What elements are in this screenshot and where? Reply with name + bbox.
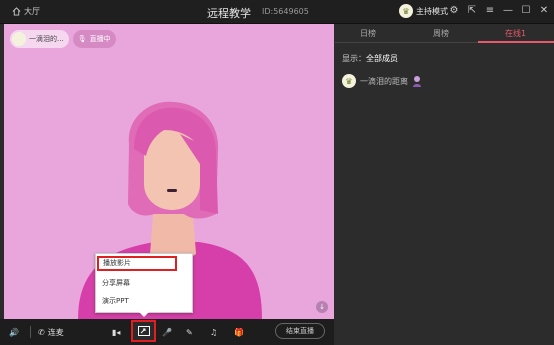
host-mode-label: 主持模式 bbox=[416, 6, 448, 16]
popout-icon[interactable]: ⇱ bbox=[466, 3, 478, 19]
connect-mic-button[interactable]: ✆ 连麦 bbox=[38, 325, 64, 339]
user-name: 一滴泪的距离 bbox=[360, 76, 408, 86]
mic-icon: 🎙 bbox=[77, 35, 87, 43]
host-mode[interactable]: ♛ 主持模式 bbox=[399, 4, 448, 18]
side-panel: 日榜 周榜 在线1 显示：全部成员 ♛ 一滴泪的距离 bbox=[335, 24, 554, 345]
menu-item-share-screen[interactable]: 分享屏幕 bbox=[102, 276, 130, 291]
host-tag[interactable]: 一滴泪的... bbox=[10, 30, 69, 48]
tab-underline bbox=[478, 41, 554, 43]
end-live-button[interactable]: 结束直播 bbox=[275, 323, 325, 339]
tab-online[interactable]: 在线1 bbox=[505, 28, 526, 39]
menu-icon[interactable]: ≡ bbox=[484, 3, 496, 19]
close-icon[interactable]: ✕ bbox=[538, 3, 550, 19]
share-icon bbox=[137, 326, 150, 336]
menu-item-play-video[interactable]: 播放影片 bbox=[97, 256, 177, 271]
tab-daily[interactable]: 日榜 bbox=[360, 28, 376, 39]
room-id: ID:5649605 bbox=[262, 7, 309, 16]
title-bar: 大厅 远程教学 ID:5649605 ♛ 主持模式 ⚙ ⇱ ≡ — ☐ ✕ bbox=[0, 0, 554, 24]
window-title: 远程教学 bbox=[207, 7, 251, 20]
mic-status-icon[interactable]: ↓ bbox=[316, 301, 328, 313]
tab-weekly[interactable]: 周榜 bbox=[433, 28, 449, 39]
control-bar: 🔊 ✆ 连麦 ▮◂ 🎤 ✎ ♫ 🎁 结束直播 bbox=[0, 319, 334, 345]
share-menu: 播放影片 分享屏幕 演示PPT bbox=[95, 253, 193, 317]
panel-tabs: 日榜 周榜 在线1 bbox=[335, 24, 554, 43]
phone-icon: ✆ bbox=[38, 327, 45, 337]
menu-arrow bbox=[139, 312, 149, 317]
share-screen-button[interactable] bbox=[131, 320, 156, 342]
minimize-icon[interactable]: — bbox=[502, 3, 514, 19]
camera-icon[interactable]: ▮◂ bbox=[112, 325, 120, 339]
video-tags: 一滴泪的... 🎙 直播中 bbox=[10, 30, 116, 48]
host-name: 一滴泪的... bbox=[29, 35, 64, 43]
avatar bbox=[12, 32, 26, 46]
music-icon[interactable]: ♫ bbox=[210, 325, 217, 339]
avatar: ♛ bbox=[399, 4, 413, 18]
divider bbox=[30, 326, 31, 338]
home-label: 大厅 bbox=[24, 7, 40, 16]
edit-icon[interactable]: ✎ bbox=[186, 325, 193, 339]
maximize-icon[interactable]: ☐ bbox=[520, 3, 532, 19]
gift-icon[interactable]: 🎁 bbox=[234, 325, 244, 339]
filter-prefix: 显示： bbox=[342, 54, 366, 63]
avatar: ♛ bbox=[342, 74, 356, 88]
connect-mic-label: 连麦 bbox=[47, 327, 64, 337]
settings-icon[interactable]: ⚙ bbox=[448, 3, 460, 19]
speaker-icon[interactable]: 🔊 bbox=[9, 325, 19, 339]
microphone-icon[interactable]: 🎤 bbox=[162, 325, 172, 339]
host-badge-icon bbox=[413, 76, 421, 87]
filter-value: 全部成员 bbox=[366, 54, 398, 63]
member-filter[interactable]: 显示：全部成员 bbox=[342, 53, 398, 64]
live-label: 直播中 bbox=[89, 35, 111, 43]
menu-item-present-ppt[interactable]: 演示PPT bbox=[102, 294, 129, 309]
list-item[interactable]: ♛ 一滴泪的距离 bbox=[342, 74, 422, 88]
home-button[interactable]: 大厅 bbox=[12, 6, 40, 17]
home-icon bbox=[12, 7, 21, 16]
live-badge: 🎙 直播中 bbox=[72, 30, 116, 48]
window-controls: ⚙ ⇱ ≡ — ☐ ✕ bbox=[448, 3, 550, 19]
